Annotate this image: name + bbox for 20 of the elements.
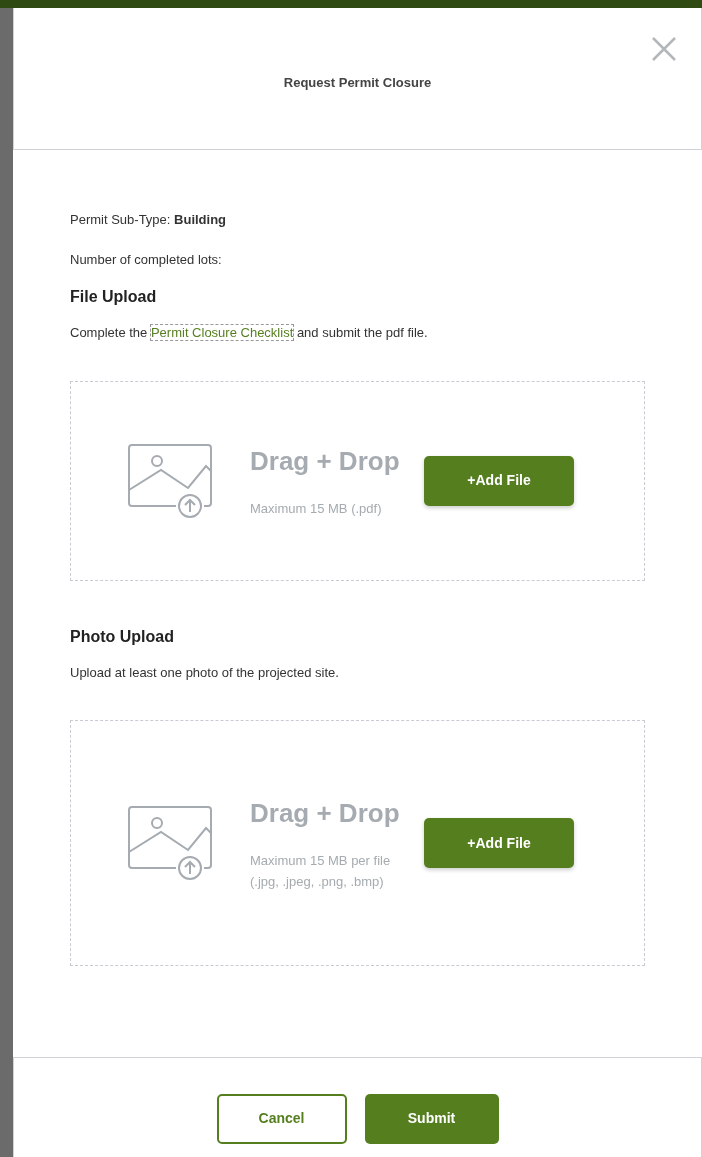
drop-title: Drag + Drop [250,797,401,831]
close-button[interactable] [651,36,677,62]
drop-title: Drag + Drop [250,444,401,478]
checklist-link[interactable]: Permit Closure Checklist [150,325,294,340]
add-file-button[interactable]: +Add File [424,455,574,506]
image-upload-icon [128,443,212,518]
instruction-text: Upload at least one photo of the projected site. [70,663,340,682]
drop-hint: Maximum 15 MB (.pdf) [250,499,383,518]
detail-text: Permit Sub-Type: Building [70,211,228,229]
section-heading: File Upload [70,287,158,307]
cancel-button[interactable]: Cancel [216,1093,347,1144]
detail-text: Number of completed lots: [70,250,223,269]
submit-button[interactable]: Submit [364,1093,499,1144]
close-icon [651,36,677,62]
drop-hint: Maximum 15 MB per file (.jpg, .jpeg, .png, .bmp) [250,852,392,891]
section-heading: Photo Upload [70,626,175,647]
image-upload-icon [128,806,212,880]
add-file-button[interactable]: +Add File [424,818,574,868]
instruction-text: Complete the Permit Closure Checklist and submit the pdf file. [70,324,429,342]
modal-title: Request Permit Closure [283,73,432,92]
